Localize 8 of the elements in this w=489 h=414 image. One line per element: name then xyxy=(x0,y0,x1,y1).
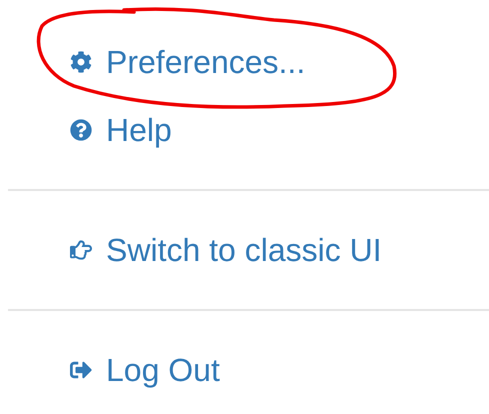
pointing-hand-icon xyxy=(70,239,92,261)
menu-item[interactable]: Help xyxy=(8,114,188,146)
logout-icon xyxy=(70,359,92,381)
menu-item[interactable]: Switch to classic UI xyxy=(8,234,398,266)
help-icon xyxy=(70,119,92,141)
settings-icon xyxy=(70,51,92,73)
menu-item[interactable]: Preferences... xyxy=(8,46,322,78)
menu-item[interactable]: Log Out xyxy=(8,354,236,386)
